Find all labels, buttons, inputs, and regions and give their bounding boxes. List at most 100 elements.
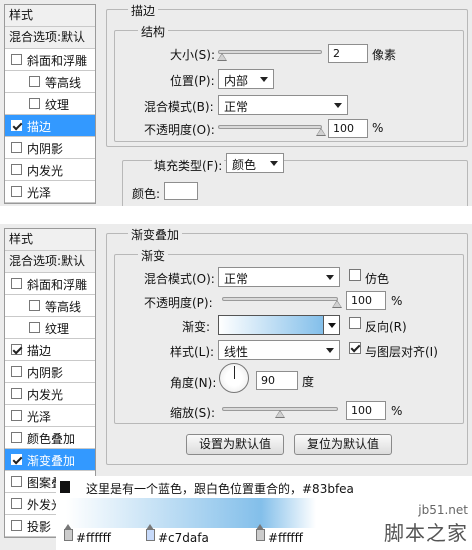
annotation-note: 这里是有一个蓝色，跟白色位置重合的，#83bfea [86, 482, 354, 496]
sidebar-item-stroke[interactable]: 描边 [5, 339, 95, 361]
angle-label: 角度(N): [170, 376, 217, 390]
gradient-overlay-checkbox[interactable] [11, 454, 22, 465]
reset-default-button[interactable]: 复位为默认值 [294, 434, 392, 455]
sidebar-item-texture[interactable]: 纹理 [5, 317, 95, 339]
sidebar-item-label: 光泽 [27, 186, 52, 200]
color-stop-label: #c7dafa [158, 531, 209, 545]
chevron-down-icon [326, 348, 334, 353]
size-slider-thumb[interactable] [217, 53, 228, 61]
inner-shadow-checkbox[interactable] [11, 366, 22, 377]
sidebar-item-satin[interactable]: 光泽 [5, 181, 95, 203]
position-value: 内部 [224, 74, 249, 88]
align-with-layer-label: 与图层对齐(I) [365, 345, 438, 359]
contour-checkbox[interactable] [29, 300, 40, 311]
stroke-dialog: 样式 混合选项:默认 斜面和浮雕 等高线 纹理 描边 内阴影 内发光 光泽 描边… [0, 0, 472, 206]
satin-checkbox[interactable] [11, 186, 22, 197]
bevel-checkbox[interactable] [11, 54, 22, 65]
fill-type-value: 颜色 [232, 158, 257, 172]
sidebar-item-inner-shadow[interactable]: 内阴影 [5, 137, 95, 159]
inner-glow-checkbox[interactable] [11, 164, 22, 175]
sidebar-item-label: 等高线 [45, 300, 82, 314]
sidebar-item-bevel[interactable]: 斜面和浮雕 [5, 273, 95, 295]
outer-glow-checkbox[interactable] [11, 498, 22, 509]
opacity-label: 不透明度(P): [144, 296, 213, 310]
fill-type-select[interactable]: 颜色 [226, 153, 284, 173]
sidebar-item-blend-options[interactable]: 混合选项:默认 [5, 251, 95, 273]
sidebar-item-inner-glow[interactable]: 内发光 [5, 383, 95, 405]
scale-slider[interactable] [222, 407, 338, 418]
sidebar-header: 样式 [5, 229, 95, 251]
scale-label: 缩放(S): [170, 406, 216, 420]
sidebar-header: 样式 [5, 5, 95, 27]
watermark-brand: 脚本之家 [384, 521, 468, 545]
sidebar-item-label: 等高线 [45, 76, 82, 90]
dither-checkbox[interactable] [349, 269, 361, 281]
blend-mode-select[interactable]: 正常 [218, 267, 340, 287]
set-default-button[interactable]: 设置为默认值 [186, 434, 284, 455]
drop-shadow-checkbox[interactable] [11, 520, 22, 531]
color-label: 颜色: [132, 187, 161, 201]
gradient-picker[interactable] [218, 315, 324, 335]
sidebar-item-inner-glow[interactable]: 内发光 [5, 159, 95, 181]
contour-checkbox[interactable] [29, 76, 40, 87]
scale-input[interactable]: 100 [346, 401, 386, 420]
stroke-checkbox[interactable] [11, 344, 22, 355]
sidebar-item-label: 光泽 [27, 410, 52, 424]
separator [0, 206, 472, 224]
color-stop-handle[interactable] [146, 524, 155, 541]
angle-input[interactable]: 90 [256, 371, 298, 390]
sidebar-item-label: 纹理 [45, 98, 70, 112]
sidebar-item-contour[interactable]: 等高线 [5, 295, 95, 317]
sidebar-item-satin[interactable]: 光泽 [5, 405, 95, 427]
gradient-preview-bar[interactable] [66, 498, 316, 528]
sidebar-item-texture[interactable]: 纹理 [5, 93, 95, 115]
opacity-input[interactable]: 100 [328, 119, 368, 138]
scale-slider-thumb[interactable] [275, 410, 285, 418]
check-icon [350, 343, 360, 353]
sidebar-item-inner-shadow[interactable]: 内阴影 [5, 361, 95, 383]
texture-checkbox[interactable] [29, 98, 40, 109]
sidebar-item-label: 内发光 [27, 164, 64, 178]
sidebar-item-bevel[interactable]: 斜面和浮雕 [5, 49, 95, 71]
sidebar-item-blend-options[interactable]: 混合选项:默认 [5, 27, 95, 49]
color-stop-handle[interactable] [256, 524, 265, 541]
sidebar-item-label: 斜面和浮雕 [27, 54, 88, 68]
align-with-layer-checkbox[interactable] [349, 342, 361, 354]
color-overlay-checkbox[interactable] [11, 432, 22, 443]
position-select[interactable]: 内部 [218, 69, 274, 89]
inner-shadow-checkbox[interactable] [11, 142, 22, 153]
opacity-slider[interactable] [218, 125, 326, 136]
opacity-slider-thumb[interactable] [316, 128, 326, 136]
reverse-checkbox[interactable] [349, 317, 361, 329]
bevel-checkbox[interactable] [11, 278, 22, 289]
dither-label: 仿色 [365, 272, 390, 286]
stroke-checkbox[interactable] [11, 120, 22, 131]
position-label: 位置(P): [170, 74, 215, 88]
gradient-dropdown-button[interactable] [323, 315, 340, 335]
opacity-slider-thumb[interactable] [332, 300, 342, 308]
styles-sidebar: 样式 混合选项:默认 斜面和浮雕 等高线 纹理 描边 内阴影 内发光 光泽 [4, 4, 96, 204]
style-value: 线性 [224, 345, 249, 359]
size-slider[interactable] [217, 50, 322, 61]
size-input[interactable]: 2 [328, 44, 368, 63]
inner-glow-checkbox[interactable] [11, 388, 22, 399]
opacity-input[interactable]: 100 [346, 291, 386, 310]
color-swatch[interactable] [164, 182, 198, 200]
sidebar-item-color-overlay[interactable]: 颜色叠加 [5, 427, 95, 449]
opacity-slider[interactable] [222, 297, 342, 308]
sidebar-item-contour[interactable]: 等高线 [5, 71, 95, 93]
style-select[interactable]: 线性 [218, 340, 340, 360]
angle-dial[interactable] [219, 363, 249, 393]
sidebar-item-gradient-overlay[interactable]: 渐变叠加 [5, 449, 95, 471]
blend-mode-value: 正常 [224, 100, 249, 114]
pattern-overlay-checkbox[interactable] [11, 476, 22, 487]
color-stop-handle[interactable] [64, 524, 73, 541]
satin-checkbox[interactable] [11, 410, 22, 421]
texture-checkbox[interactable] [29, 322, 40, 333]
opacity-unit: % [372, 121, 384, 135]
scale-unit: % [391, 404, 403, 418]
gradient-label: 渐变: [182, 320, 211, 334]
blend-mode-select[interactable]: 正常 [218, 95, 348, 115]
sidebar-item-label: 斜面和浮雕 [27, 278, 88, 292]
sidebar-item-stroke[interactable]: 描边 [5, 115, 95, 137]
